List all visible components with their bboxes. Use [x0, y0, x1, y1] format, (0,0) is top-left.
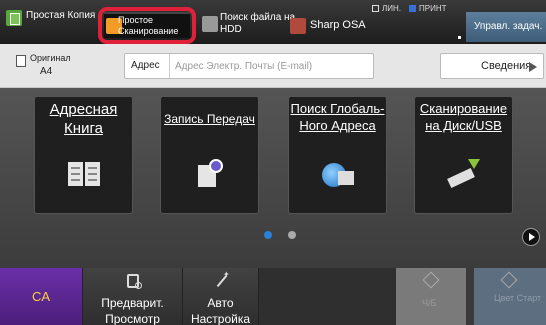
details-label: Сведения	[481, 60, 532, 72]
bw-start-button[interactable]: Ч/Б	[396, 268, 466, 325]
original-size: A4	[40, 66, 53, 77]
print-status-label: ПРИНТ	[419, 4, 447, 13]
auto-set-label: Авто Настройка	[190, 296, 251, 325]
next-page-button[interactable]	[522, 228, 540, 246]
color-start-label: Цвет Старт	[494, 293, 542, 303]
tile-title: Адресная Книга	[49, 101, 118, 137]
address-field: Адрес	[124, 53, 374, 79]
status-indicators: ЛИН. ПРИНТ	[372, 4, 447, 13]
document-icon	[16, 55, 26, 67]
address-separator	[169, 54, 170, 78]
preview-button[interactable]: Предварит. Просмотр	[82, 268, 182, 325]
address-row: Оригинал A4 Адрес Сведения	[0, 44, 546, 88]
bw-start-label: Ч/Б	[422, 298, 437, 308]
tab-osa-label: Sharp OSA	[310, 19, 366, 31]
color-start-button[interactable]: Цвет Старт	[474, 268, 546, 325]
usb-drive-icon	[446, 159, 482, 189]
selection-highlight-ring	[98, 7, 196, 44]
hdd-search-icon	[202, 16, 218, 32]
page-dot-active[interactable]	[264, 231, 272, 239]
line-status-label: ЛИН.	[382, 4, 401, 13]
tab-sharp-osa[interactable]: Sharp OSA	[290, 6, 380, 42]
empty-slot	[258, 268, 396, 325]
start-icon	[500, 271, 518, 289]
tab-easy-copy[interactable]: Простая Копия	[6, 6, 96, 42]
line-indicator-icon	[372, 5, 379, 12]
sending-history-tile[interactable]: Запись Передач	[160, 96, 259, 214]
preview-label: Предварит. Просмотр	[101, 296, 164, 325]
global-address-icon	[320, 159, 356, 189]
preview-icon	[127, 274, 142, 289]
auto-set-button[interactable]: Авто Настройка	[182, 268, 258, 325]
scan-to-usb-tile[interactable]: Сканирование на Диск/USB	[414, 96, 513, 214]
address-label: Адрес	[131, 60, 160, 71]
tile-title: Сканирование на Диск/USB	[419, 101, 508, 133]
tile-title: Запись Передач	[164, 112, 255, 126]
original-label: Оригинал	[30, 53, 71, 63]
tab-hdd-file-search[interactable]: Поиск файла на HDD	[202, 6, 295, 42]
mode-tab-bar: Простая Копия Простое Сканирование Поиск…	[0, 0, 546, 44]
sending-history-icon	[192, 159, 228, 189]
start-icon	[422, 271, 440, 289]
page-dot-inactive[interactable]	[288, 231, 296, 239]
print-indicator-icon	[409, 5, 416, 12]
global-address-search-tile[interactable]: Поиск Глобаль-Ного Адреса	[288, 96, 387, 214]
shortcut-area: Адресная Книга Запись Передач Поиск Глоб…	[0, 88, 546, 268]
job-status-button[interactable]: Управл. задач.	[466, 12, 546, 42]
action-bar: CA Предварит. Просмотр Авто Настройка Ч/…	[0, 268, 546, 325]
copy-mode-icon	[6, 10, 22, 26]
arrow-right-icon	[529, 62, 537, 72]
email-address-input[interactable]	[175, 56, 371, 76]
address-book-icon	[66, 159, 102, 189]
magic-wand-icon	[213, 270, 230, 290]
sharp-osa-icon	[290, 18, 306, 34]
tile-title: Поиск Глобаль-Ного Адреса	[290, 101, 385, 133]
clear-all-button[interactable]: CA	[0, 268, 82, 325]
address-book-tile[interactable]: Адресная Книга	[34, 96, 133, 214]
details-button[interactable]: Сведения	[440, 53, 544, 79]
notification-dot	[458, 36, 461, 39]
